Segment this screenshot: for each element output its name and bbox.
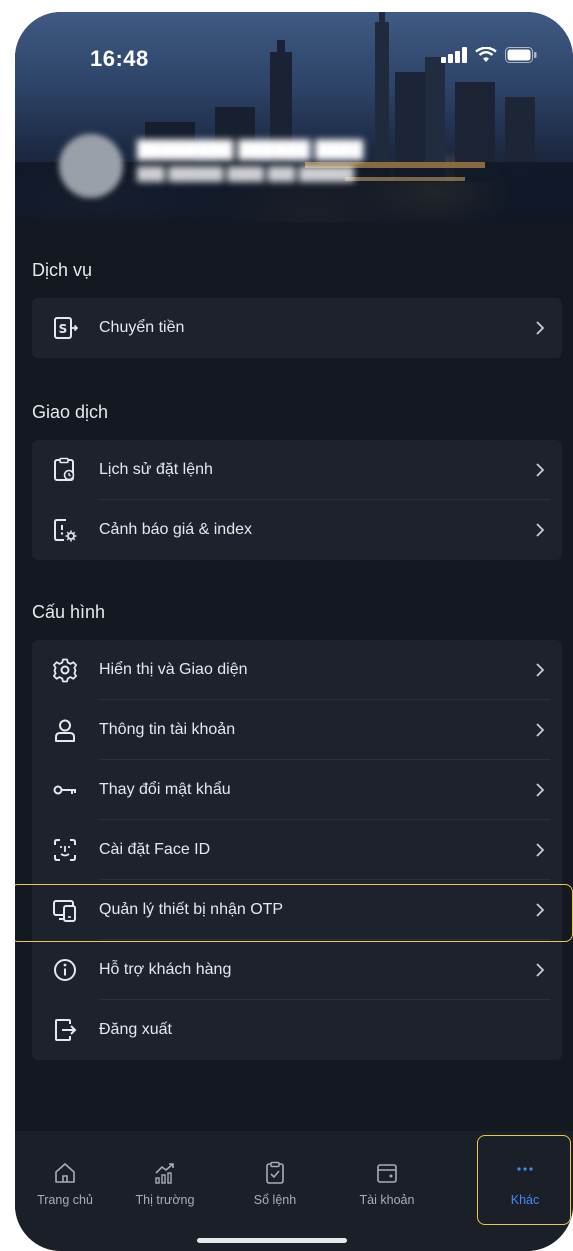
menu-item-logout[interactable]: Đăng xuất (32, 1000, 562, 1060)
menu-item-label: Chuyển tiền (99, 319, 185, 336)
profile-detail-blurred: ███ ██████ ████ ███ ██████ (137, 166, 355, 181)
menu-item-label: Cảnh báo giá & index (99, 521, 252, 538)
bottom-tab-bar: Trang chủ Thị trường Sổ lệnh Tài khoản K… (15, 1131, 573, 1251)
menu-item-label: Thông tin tài khoản (99, 721, 236, 738)
menu-item-order-history[interactable]: Lịch sử đặt lệnh (32, 440, 562, 500)
home-icon (55, 1163, 75, 1183)
menu-item-label: Thay đổi mật khẩu (99, 781, 231, 798)
info-icon (52, 957, 78, 983)
chevron-right-icon (536, 463, 545, 477)
order-book-icon (266, 1161, 284, 1184)
status-time: 16:48 (90, 46, 149, 71)
order-history-icon (52, 457, 78, 483)
money-transfer-icon: S (52, 315, 78, 341)
menu-item-label: Hỗ trợ khách hàng (99, 961, 232, 978)
selection-highlight (15, 884, 573, 942)
services-card: S Chuyển tiền (32, 298, 562, 358)
home-indicator[interactable] (197, 1238, 347, 1243)
menu-item-transfer[interactable]: S Chuyển tiền (32, 298, 562, 358)
tab-label: Thị trường (135, 1193, 195, 1207)
chevron-right-icon (536, 723, 545, 737)
settings-card: Hiển thị và Giao diện Thông tin tài khoả… (32, 640, 562, 1060)
menu-item-price-alert[interactable]: Cảnh báo giá & index (32, 500, 562, 560)
phone-screen: 16:48 ████████ ██████ ████ ███ ██████ ██… (15, 12, 573, 1251)
market-chart-icon (155, 1163, 174, 1184)
price-alert-icon (52, 517, 78, 543)
chevron-right-icon (536, 843, 545, 857)
chevron-right-icon (536, 783, 545, 797)
wallet-icon (377, 1164, 397, 1183)
gear-icon (52, 657, 78, 683)
menu-item-label: Cài đặt Face ID (99, 841, 211, 858)
menu-item-label: Hiển thị và Giao diện (99, 661, 248, 678)
header-banner: 16:48 ████████ ██████ ████ ███ ██████ ██… (15, 12, 573, 222)
status-bar: 16:48 (15, 12, 573, 72)
menu-item-change-password[interactable]: Thay đổi mật khẩu (32, 760, 562, 820)
face-id-icon (52, 837, 78, 863)
menu-item-face-id[interactable]: Cài đặt Face ID (32, 820, 562, 880)
tab-order-book[interactable]: Sổ lệnh (225, 1131, 325, 1231)
battery-icon (505, 47, 537, 63)
tab-selection-highlight (477, 1135, 571, 1225)
section-title-services: Dịch vụ (32, 260, 93, 280)
tab-label: Trang chủ (37, 1193, 93, 1207)
section-title-settings: Cấu hình (32, 602, 106, 622)
menu-item-label: Lịch sử đặt lệnh (99, 461, 213, 478)
tab-home[interactable]: Trang chủ (15, 1131, 115, 1231)
svg-text:S: S (59, 322, 68, 336)
chevron-right-icon (536, 963, 545, 977)
menu-item-account-info[interactable]: Thông tin tài khoản (32, 700, 562, 760)
menu-item-display[interactable]: Hiển thị và Giao diện (32, 640, 562, 700)
chevron-right-icon (536, 321, 545, 335)
user-icon (52, 717, 78, 743)
tab-label: Tài khoản (359, 1193, 415, 1207)
avatar (59, 134, 123, 198)
menu-item-label: Đăng xuất (99, 1021, 172, 1038)
tab-account[interactable]: Tài khoản (337, 1131, 437, 1231)
profile-name-blurred: ████████ ██████ ████ (137, 140, 364, 159)
section-title-trading: Giao dịch (32, 402, 109, 422)
key-icon (52, 777, 78, 803)
chevron-right-icon (536, 663, 545, 677)
chevron-right-icon (536, 523, 545, 537)
wifi-icon (475, 47, 497, 62)
tab-label: Sổ lệnh (253, 1193, 297, 1207)
status-icons (441, 47, 537, 63)
tab-market[interactable]: Thị trường (115, 1131, 215, 1231)
menu-item-support[interactable]: Hỗ trợ khách hàng (32, 940, 562, 1000)
logout-icon (52, 1017, 78, 1043)
trading-card: Lịch sử đặt lệnh Cảnh báo giá & index (32, 440, 562, 560)
profile-header[interactable]: ████████ ██████ ████ ███ ██████ ████ ███… (15, 122, 573, 202)
cellular-signal-icon (441, 47, 467, 63)
